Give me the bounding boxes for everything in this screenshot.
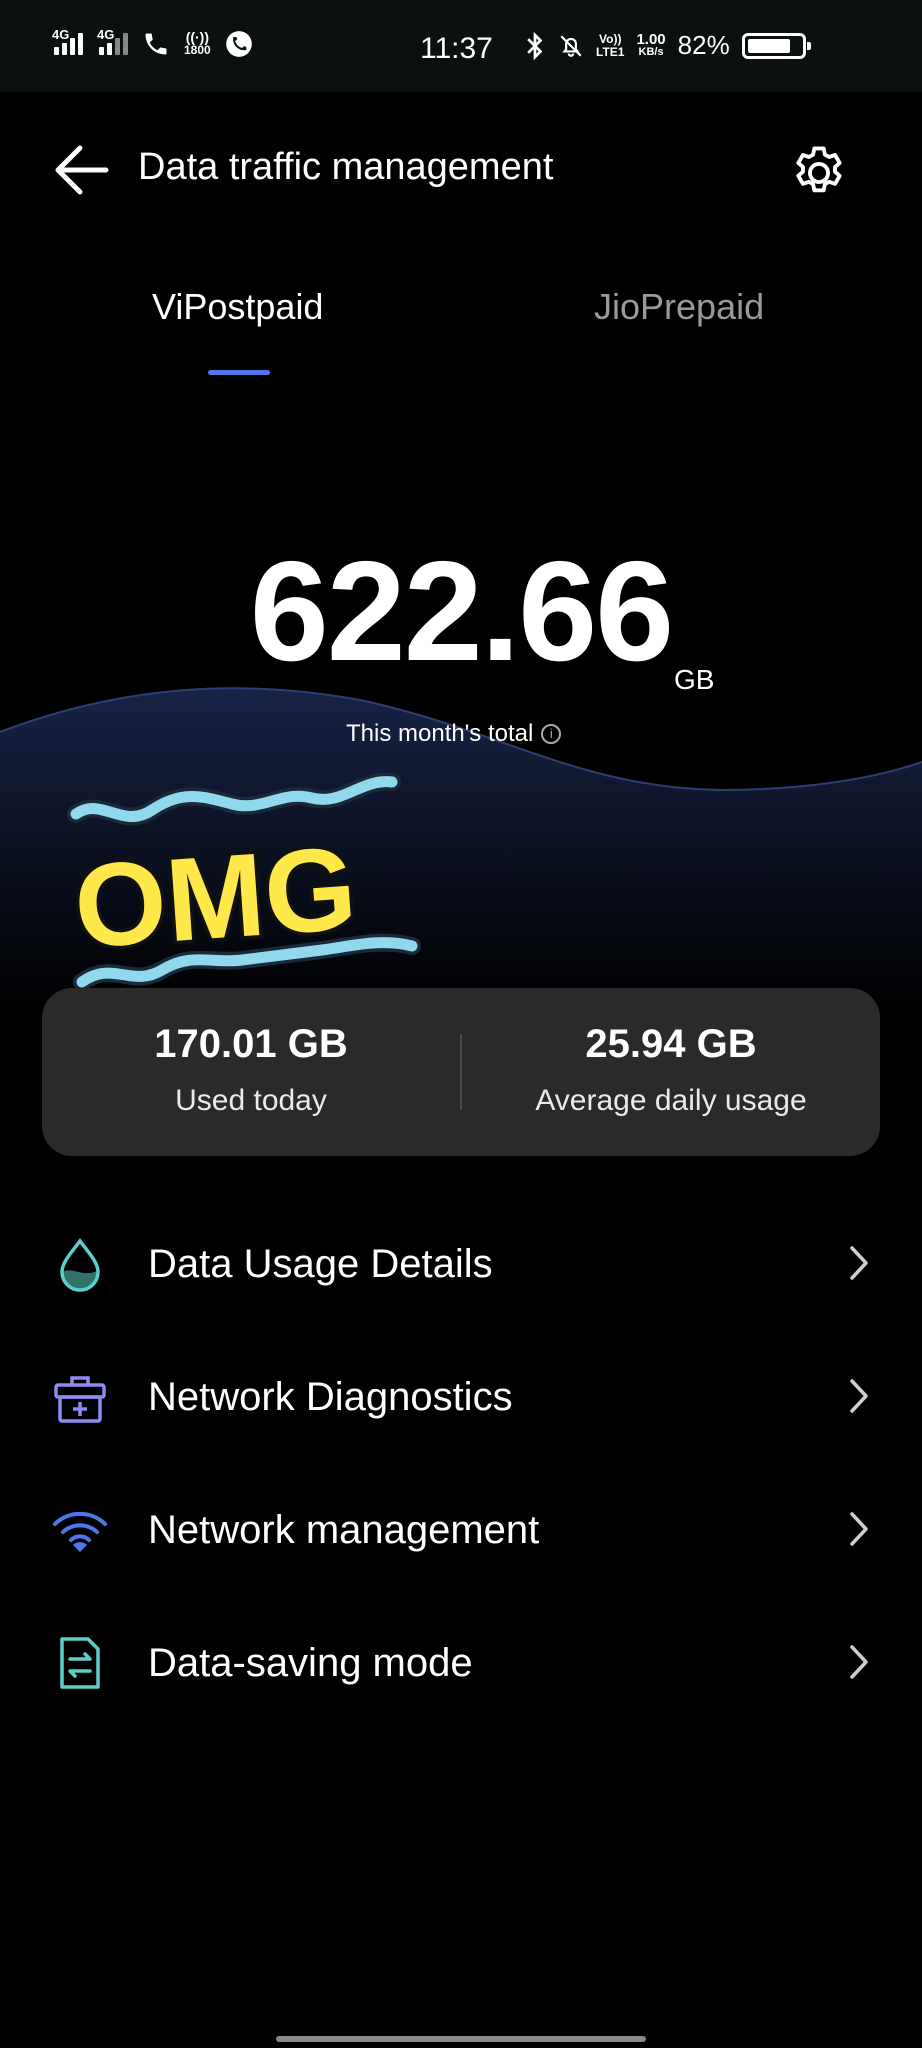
status-time: 11:37 bbox=[420, 32, 493, 65]
data-saver-icon bbox=[60, 1637, 100, 1689]
sim2-signal-icon: 4G bbox=[97, 27, 128, 55]
home-indicator[interactable] bbox=[276, 2036, 646, 2042]
wifi-icon bbox=[53, 1511, 107, 1552]
network-speed: 1.00 KB/s bbox=[636, 30, 666, 59]
menu-label-data-usage-details: Data Usage Details bbox=[148, 1242, 493, 1286]
volte-icon: Vo)) LTE1 bbox=[596, 31, 625, 59]
whatsapp-call-icon bbox=[225, 31, 252, 57]
sim1-signal-icon: 4G bbox=[52, 27, 83, 55]
bluetooth-icon bbox=[527, 31, 543, 60]
average-daily-label: Average daily usage bbox=[535, 1084, 807, 1117]
tab-jioprepaid[interactable]: JioPrepaid bbox=[594, 286, 764, 328]
network-speed-value: 1.00 bbox=[636, 30, 666, 48]
menu-label-network-diagnostics: Network Diagnostics bbox=[148, 1375, 513, 1419]
droplet-icon bbox=[60, 1238, 100, 1292]
used-today-label: Used today bbox=[175, 1084, 327, 1117]
chevron-right-icon bbox=[850, 1246, 868, 1280]
menu-label-data-saving-mode: Data-saving mode bbox=[148, 1641, 473, 1685]
chevron-right-icon bbox=[850, 1512, 868, 1546]
sim2-network-type: 4G bbox=[97, 27, 115, 42]
sim1-network-type: 4G bbox=[52, 27, 70, 42]
mute-bell-icon bbox=[560, 34, 582, 57]
used-today-value: 170.01 GB bbox=[154, 1022, 348, 1066]
status-bar-right: Vo)) LTE1 1.00 KB/s 82% bbox=[524, 30, 811, 61]
hd-voice-icon: ((·)) 1800 bbox=[184, 29, 211, 57]
tab-vipostpaid[interactable]: ViPostpaid bbox=[152, 286, 323, 328]
menu-item-network-diagnostics[interactable]: Network Diagnostics bbox=[0, 1341, 922, 1451]
phone-icon bbox=[145, 33, 167, 55]
page-title: Data traffic management bbox=[138, 146, 554, 188]
menu-item-data-saving-mode[interactable]: Data-saving mode bbox=[0, 1607, 922, 1717]
monthly-total-unit: GB bbox=[674, 664, 715, 695]
network-speed-unit: KB/s bbox=[638, 45, 664, 58]
settings-gear-icon[interactable] bbox=[788, 142, 850, 204]
hd-voice-label: 1800 bbox=[184, 43, 211, 57]
omg-sticker-text: OMG bbox=[70, 822, 360, 973]
chevron-right-icon bbox=[850, 1379, 868, 1413]
menu-item-network-management[interactable]: Network management bbox=[0, 1474, 922, 1584]
volte-bottom-label: LTE1 bbox=[596, 44, 625, 59]
volte-top-label: Vo)) bbox=[599, 31, 622, 46]
monthly-total-caption: This month's total i bbox=[346, 720, 562, 748]
info-icon[interactable]: i bbox=[541, 724, 562, 744]
tab-active-indicator bbox=[208, 370, 270, 375]
battery-icon bbox=[741, 32, 811, 59]
monthly-total-value: 622.66 bbox=[249, 532, 674, 691]
menu-label-network-management: Network management bbox=[148, 1508, 540, 1552]
status-bar-left: 4G 4G ((·)) 1800 bbox=[52, 27, 253, 58]
menu-item-data-usage-details[interactable]: Data Usage Details bbox=[0, 1208, 922, 1318]
toolbox-icon bbox=[54, 1376, 106, 1423]
average-daily-value: 25.94 GB bbox=[585, 1022, 757, 1066]
back-arrow-icon[interactable] bbox=[52, 144, 112, 196]
omg-sticker: OMG bbox=[67, 772, 421, 991]
chevron-right-icon bbox=[850, 1645, 868, 1679]
battery-percent: 82% bbox=[677, 30, 730, 60]
monthly-total-label: This month's total bbox=[346, 720, 534, 747]
